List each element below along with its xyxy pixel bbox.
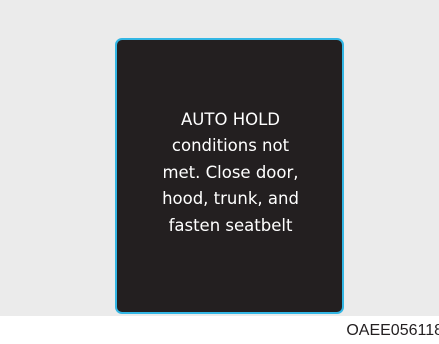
message-line-4: hood, trunk, and xyxy=(162,189,299,209)
message-line-3: met. Close door, xyxy=(162,162,299,182)
message-line-5: fasten seatbelt xyxy=(168,215,293,235)
message-line-1: AUTO HOLD xyxy=(181,109,280,129)
message-line-2: conditions not xyxy=(171,136,290,156)
cluster-display: AUTO HOLD conditions not met. Close door… xyxy=(115,38,344,314)
warning-message: AUTO HOLD conditions not met. Close door… xyxy=(162,107,299,240)
figure-code: OAEE056118 xyxy=(346,322,439,339)
